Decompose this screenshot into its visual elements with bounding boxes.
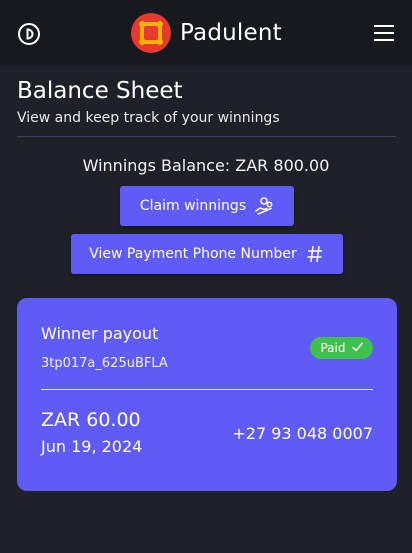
payout-phone: +27 93 048 0007 [232,424,373,443]
power-icon[interactable] [17,22,41,46]
claim-winnings-label: Claim winnings [139,198,247,214]
padulent-logo-icon [131,13,171,53]
page-subtitle: View and keep track of your winnings [17,110,280,126]
view-payment-phone-button[interactable]: View Payment Phone Number [71,234,343,274]
top-header: Padulent [0,0,412,66]
brand-name: Padulent [180,20,282,46]
payout-title: Winner payout [41,324,159,343]
brand[interactable]: Padulent [131,13,282,53]
payout-card[interactable]: Winner payout 3tp017a_625uBFLA Paid ZAR … [17,298,397,491]
payout-divider [41,389,373,390]
check-icon [351,341,363,355]
winnings-balance: Winnings Balance: ZAR 800.00 [82,156,330,175]
hamburger-menu-icon[interactable] [374,24,394,42]
view-payment-phone-label: View Payment Phone Number [89,246,297,262]
claim-winnings-button[interactable]: Claim winnings [120,186,294,226]
payout-amount: ZAR 60.00 [41,409,141,431]
status-badge-label: Paid [320,341,346,355]
section-divider [17,136,396,137]
payout-date: Jun 19, 2024 [41,437,143,456]
app-root: Padulent Balance Sheet View and keep tra… [0,0,412,553]
status-badge: Paid [310,337,373,359]
hand-coins-icon [254,196,274,216]
page-title: Balance Sheet [17,78,183,104]
hash-icon [305,244,325,264]
payout-reference: 3tp017a_625uBFLA [41,356,168,371]
